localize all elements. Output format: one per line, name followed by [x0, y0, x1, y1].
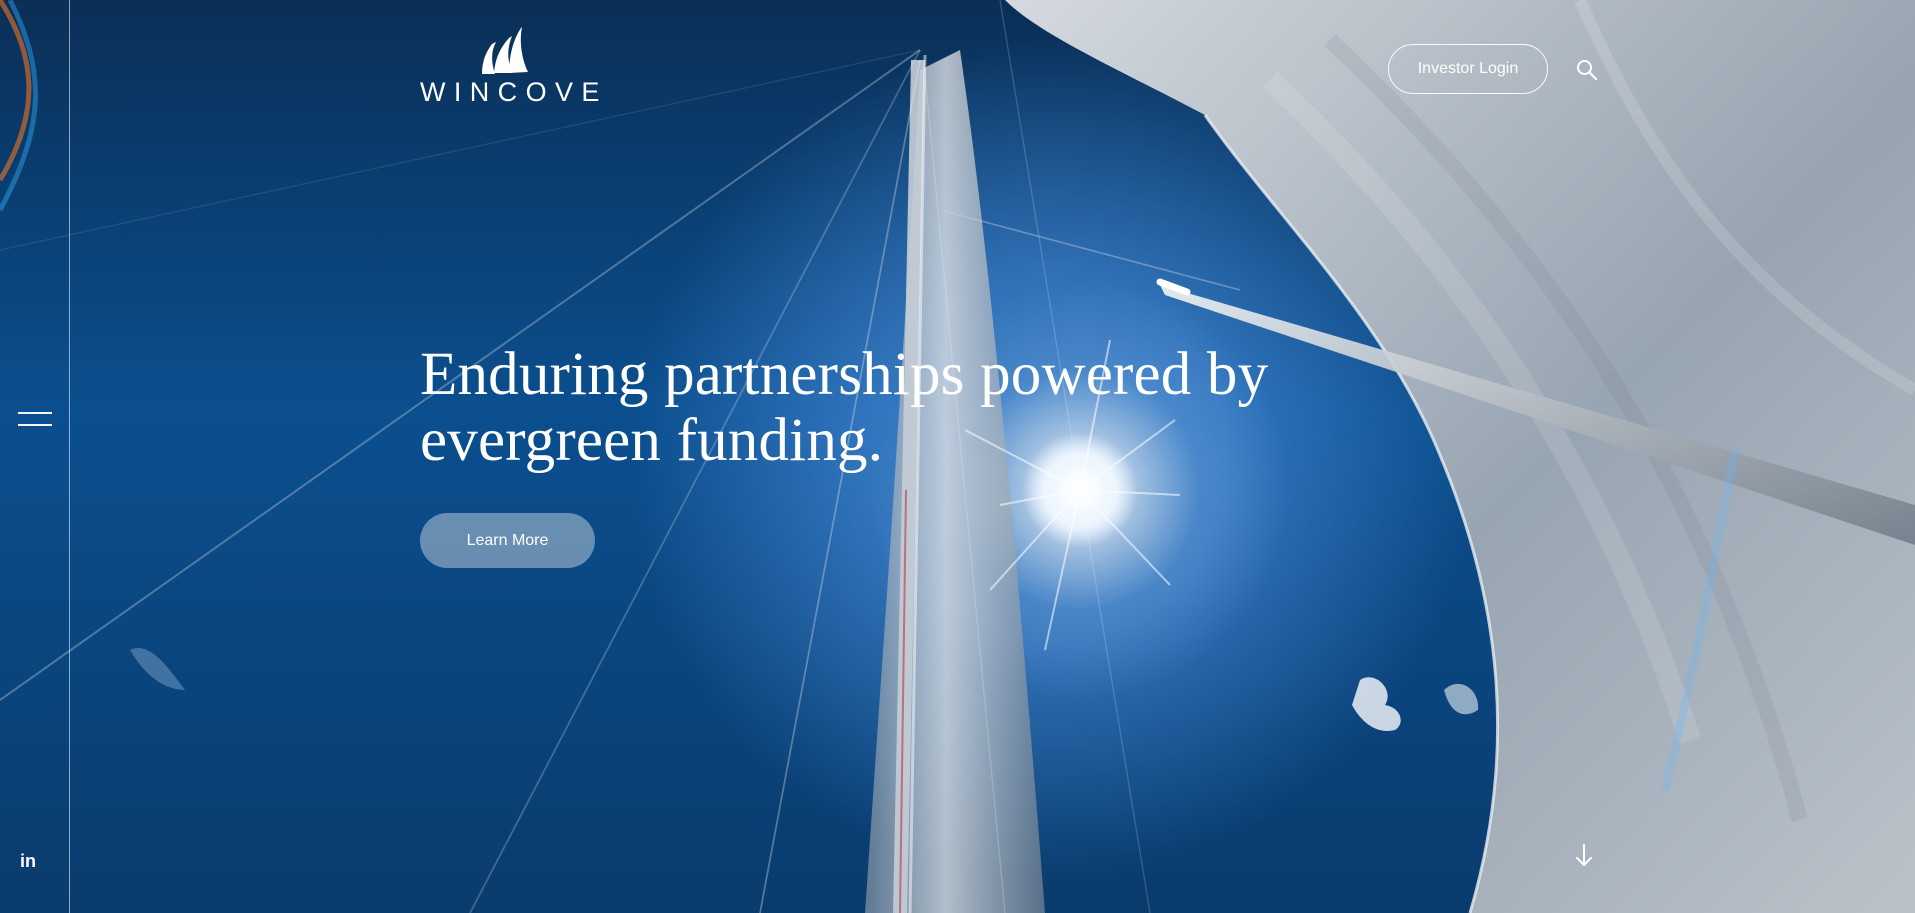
hamburger-menu-icon[interactable]: [18, 412, 52, 426]
menu-line-top: [18, 412, 52, 414]
linkedin-icon[interactable]: in: [20, 851, 40, 871]
investor-login-button[interactable]: Investor Login: [1388, 44, 1548, 94]
hero-section: in WINCOVE Investor Login Enduring partn…: [0, 0, 1915, 913]
search-icon[interactable]: [1576, 59, 1598, 81]
brand-name: WINCOVE: [420, 77, 608, 107]
menu-line-bottom: [18, 424, 52, 426]
left-navigation-rail: in: [0, 0, 70, 913]
rail-divider: [69, 0, 70, 913]
linkedin-label: in: [20, 851, 36, 871]
sail-logo-icon: [482, 27, 528, 74]
hero-headline: Enduring partnerships powered by evergre…: [420, 341, 1269, 474]
learn-more-button[interactable]: Learn More: [420, 513, 595, 568]
wincove-logo[interactable]: WINCOVE: [420, 27, 600, 113]
down-arrow-icon[interactable]: [1575, 844, 1593, 868]
